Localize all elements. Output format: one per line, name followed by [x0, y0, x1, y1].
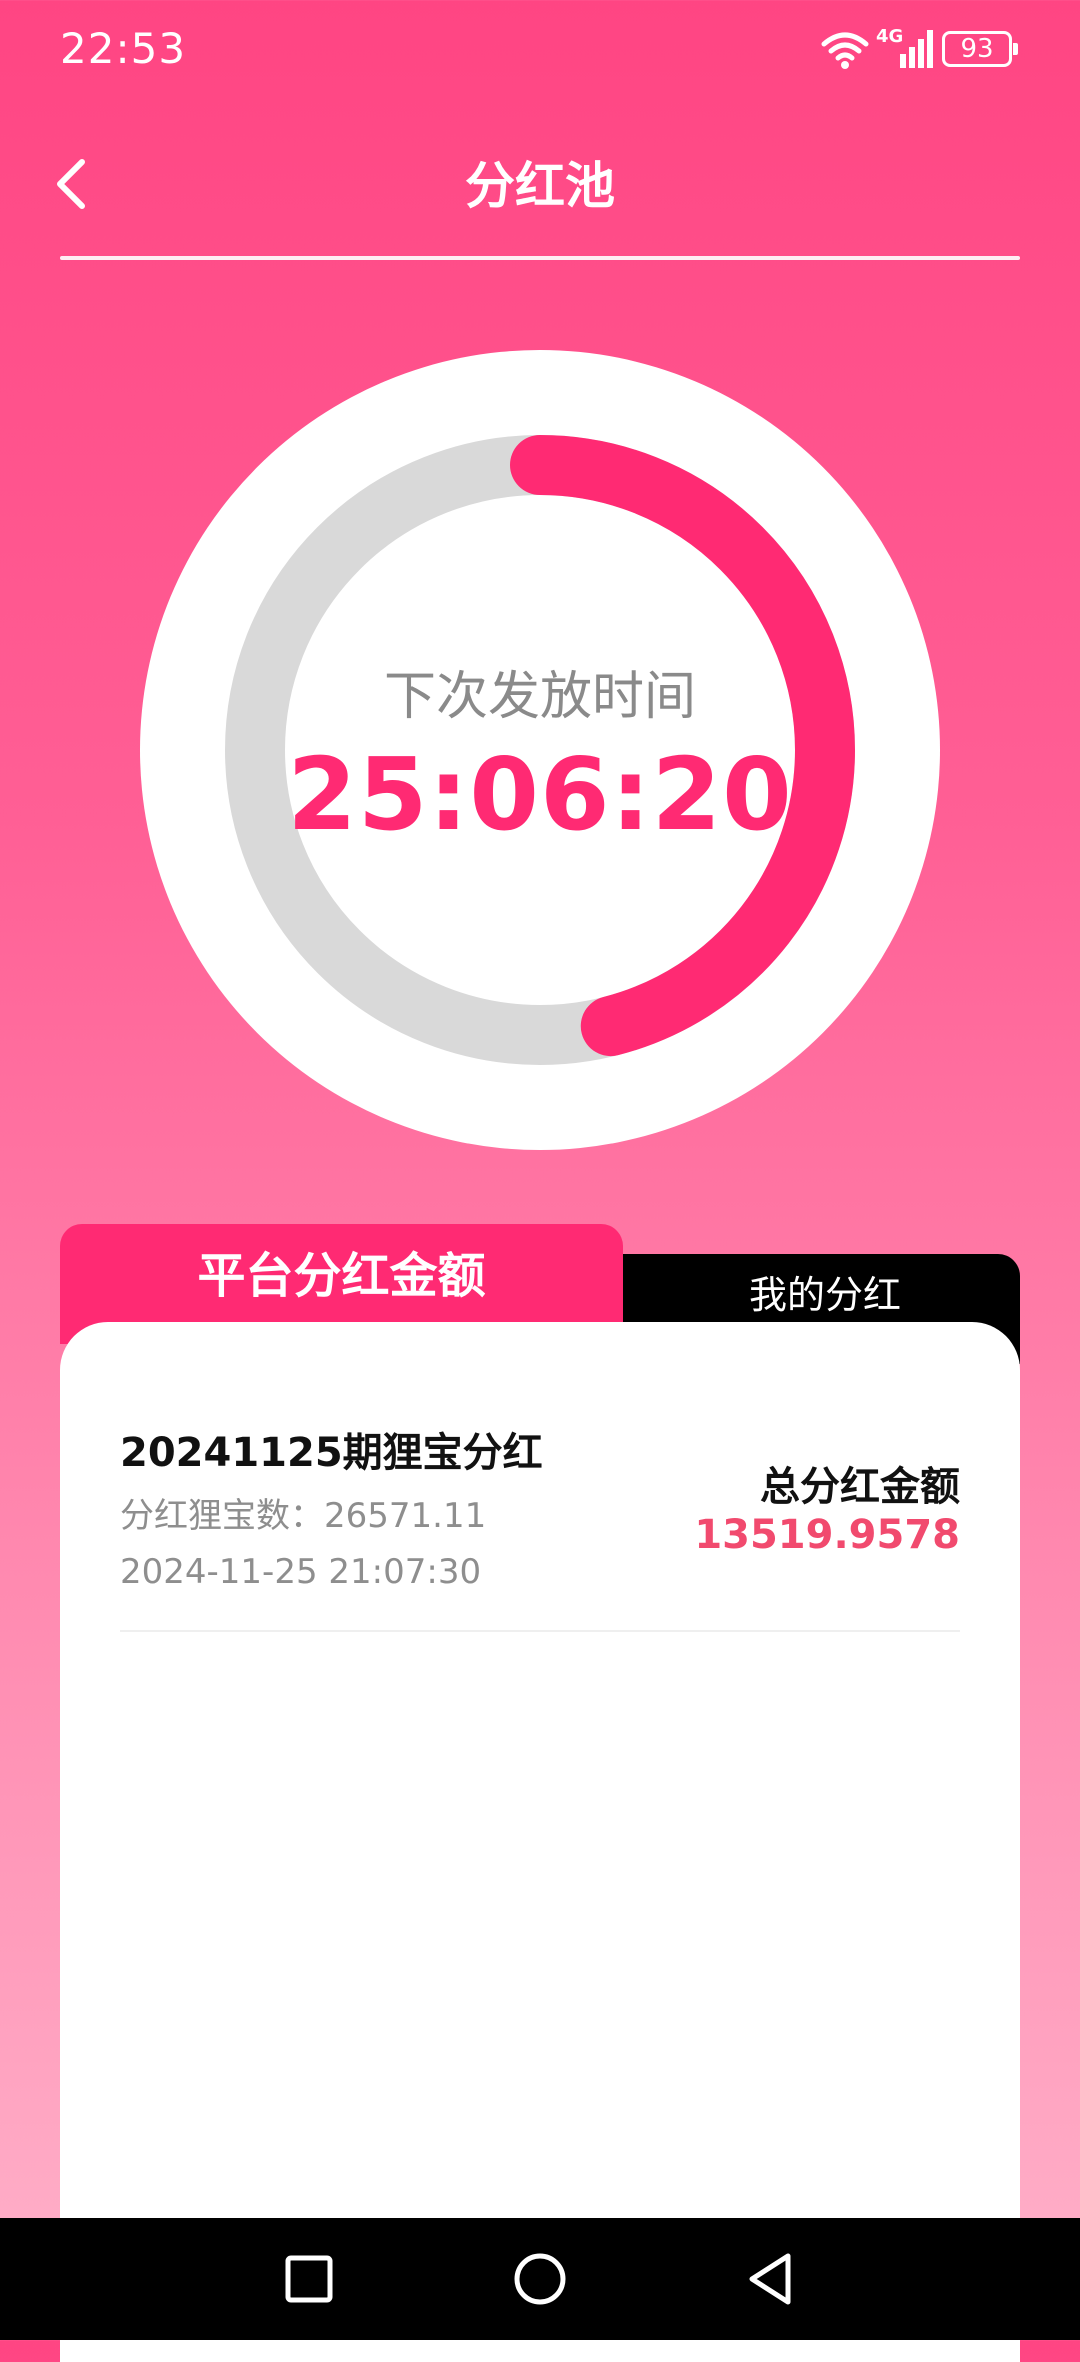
dividend-card: 20241125期狸宝分红 分红狸宝数：26571.11 2024-11-25 …	[60, 1322, 1020, 2362]
back-triangle-icon[interactable]	[738, 2246, 804, 2312]
signal-icon: 4G	[876, 26, 934, 70]
header-divider	[60, 256, 1020, 260]
recent-apps-icon[interactable]	[276, 2246, 342, 2312]
total-amount-label: 总分红金额	[760, 1464, 960, 1510]
countdown-ring: 下次发放时间 25:06:20	[140, 350, 940, 1150]
record-title: 20241125期狸宝分红	[120, 1430, 543, 1476]
navigation-bar	[0, 2218, 1080, 2340]
countdown-label: 下次发放时间	[383, 667, 696, 727]
wifi-icon	[821, 32, 869, 69]
record-time: 2024-11-25 21:07:30	[120, 1552, 482, 1592]
status-bar: 22:53 4G 93	[0, 0, 1080, 104]
home-icon[interactable]	[507, 2246, 573, 2312]
list-item[interactable]: 20241125期狸宝分红 分红狸宝数：26571.11 2024-11-25 …	[120, 1322, 960, 1632]
status-time: 22:53	[60, 24, 187, 73]
header: 分红池	[0, 104, 1080, 260]
total-amount-value: 13519.9578	[694, 1512, 960, 1558]
battery-level: 93	[960, 34, 994, 64]
battery-icon: 93	[942, 31, 1018, 67]
countdown-value: 25:06:20	[287, 736, 793, 853]
page-title: 分红池	[465, 157, 615, 215]
record-count: 分红狸宝数：26571.11	[120, 1496, 487, 1536]
